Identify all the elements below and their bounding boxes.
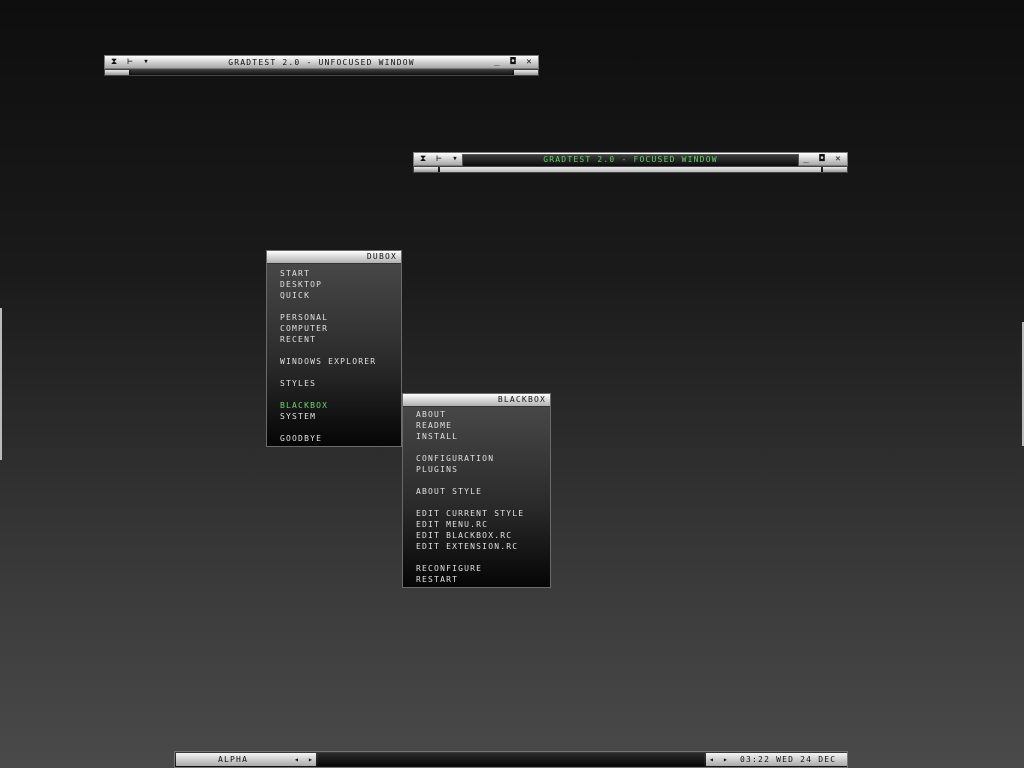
- menu-separator: [403, 475, 550, 486]
- resize-grip-left[interactable]: [414, 167, 438, 172]
- root-menu-title: DUBOX: [267, 251, 401, 264]
- focused-window[interactable]: ⧗ ⊢ ▾ GRADTEST 2.0 - FOCUSED WINDOW _ ◘ …: [413, 152, 848, 176]
- root-menu-item-blackbox[interactable]: BLACKBOX: [267, 400, 401, 411]
- blackbox-menu-item-readme[interactable]: README: [403, 420, 550, 431]
- root-menu: DUBOX START DESKTOP QUICK PERSONAL COMPUTER R…: [266, 250, 402, 447]
- minimize-icon[interactable]: _: [801, 155, 811, 164]
- root-menu-item-computer[interactable]: COMPUTER: [267, 323, 401, 334]
- maximize-icon[interactable]: ◘: [817, 155, 827, 164]
- root-menu-item-quick[interactable]: QUICK: [267, 290, 401, 301]
- workspace-next-icon[interactable]: ▸: [308, 753, 314, 766]
- workspace-name: ALPHA: [218, 755, 249, 764]
- menu-separator: [403, 552, 550, 563]
- blackbox-menu-item-reconfigure[interactable]: RECONFIGURE: [403, 563, 550, 574]
- unfocused-window-title: GRADTEST 2.0 - UNFOCUSED WINDOW: [228, 58, 415, 67]
- resize-grip-right[interactable]: [823, 167, 847, 172]
- clock-area[interactable]: ◂ ▸ 03:22 WED 24 DEC: [706, 753, 847, 766]
- menu-separator: [267, 389, 401, 400]
- root-menu-item-styles[interactable]: STYLES: [267, 378, 401, 389]
- blackbox-menu-item-edit-menu-rc[interactable]: EDIT MENU.RC: [403, 519, 550, 530]
- blackbox-menu-item-about[interactable]: ABOUT: [403, 409, 550, 420]
- root-menu-body: START DESKTOP QUICK PERSONAL COMPUTER RECENT W…: [267, 264, 401, 446]
- workspace-prev-icon[interactable]: ◂: [294, 753, 300, 766]
- window-prev-icon[interactable]: ◂: [709, 753, 715, 766]
- blackbox-menu-item-edit-extension-rc[interactable]: EDIT EXTENSION.RC: [403, 541, 550, 552]
- blackbox-submenu-body: ABOUT README INSTALL CONFIGURATION PLUGINS AB…: [403, 407, 550, 587]
- focused-window-handle[interactable]: [413, 166, 848, 173]
- blackbox-submenu-title: BLACKBOX: [403, 394, 550, 407]
- handle-bar: [440, 167, 821, 172]
- window-next-icon[interactable]: ▸: [723, 753, 729, 766]
- menu-separator: [267, 367, 401, 378]
- window-label-area[interactable]: [318, 753, 704, 766]
- root-menu-item-system[interactable]: SYSTEM: [267, 411, 401, 422]
- handle-bar: [131, 70, 512, 75]
- minimize-icon[interactable]: _: [492, 58, 502, 67]
- blackbox-submenu: BLACKBOX ABOUT README INSTALL CONFIGURATION…: [402, 393, 551, 588]
- resize-grip-left[interactable]: [105, 70, 129, 75]
- blackbox-menu-item-configuration[interactable]: CONFIGURATION: [403, 453, 550, 464]
- root-menu-item-windows-explorer[interactable]: WINDOWS EXPLORER: [267, 356, 401, 367]
- root-menu-item-start[interactable]: START: [267, 268, 401, 279]
- blackbox-menu-item-restart[interactable]: RESTART: [403, 574, 550, 585]
- menu-separator: [403, 497, 550, 508]
- left-edge-handle[interactable]: [0, 308, 2, 460]
- focused-window-titlebar[interactable]: ⧗ ⊢ ▾ GRADTEST 2.0 - FOCUSED WINDOW _ ◘ …: [413, 152, 848, 167]
- clock: 03:22 WED 24 DEC: [740, 755, 837, 764]
- root-menu-item-goodbye[interactable]: GOODBYE: [267, 433, 401, 444]
- resize-grip-right[interactable]: [514, 70, 538, 75]
- close-icon[interactable]: ✕: [833, 155, 843, 164]
- root-menu-item-recent[interactable]: RECENT: [267, 334, 401, 345]
- maximize-icon[interactable]: ◘: [508, 58, 518, 67]
- blackbox-menu-item-plugins[interactable]: PLUGINS: [403, 464, 550, 475]
- toolbar: ALPHA ◂ ▸ ◂ ▸ 03:22 WED 24 DEC: [174, 751, 848, 768]
- blackbox-menu-item-install[interactable]: INSTALL: [403, 431, 550, 442]
- workspace-label[interactable]: ALPHA ◂ ▸: [176, 753, 316, 766]
- unfocused-window-titlebar[interactable]: ⧗ ⊢ ▾ GRADTEST 2.0 - UNFOCUSED WINDOW _ …: [104, 55, 539, 69]
- root-menu-item-personal[interactable]: PERSONAL: [267, 312, 401, 323]
- menu-separator: [267, 422, 401, 433]
- blackbox-menu-item-edit-current-style[interactable]: EDIT CURRENT STYLE: [403, 508, 550, 519]
- root-menu-item-desktop[interactable]: DESKTOP: [267, 279, 401, 290]
- close-icon[interactable]: ✕: [524, 58, 534, 67]
- menu-separator: [267, 345, 401, 356]
- unfocused-window-handle[interactable]: [104, 69, 539, 76]
- unfocused-window[interactable]: ⧗ ⊢ ▾ GRADTEST 2.0 - UNFOCUSED WINDOW _ …: [104, 55, 539, 79]
- menu-separator: [267, 301, 401, 312]
- menu-separator: [403, 442, 550, 453]
- blackbox-menu-item-edit-blackbox-rc[interactable]: EDIT BLACKBOX.RC: [403, 530, 550, 541]
- focused-window-title: GRADTEST 2.0 - FOCUSED WINDOW: [543, 155, 718, 164]
- blackbox-menu-item-about-style[interactable]: ABOUT STYLE: [403, 486, 550, 497]
